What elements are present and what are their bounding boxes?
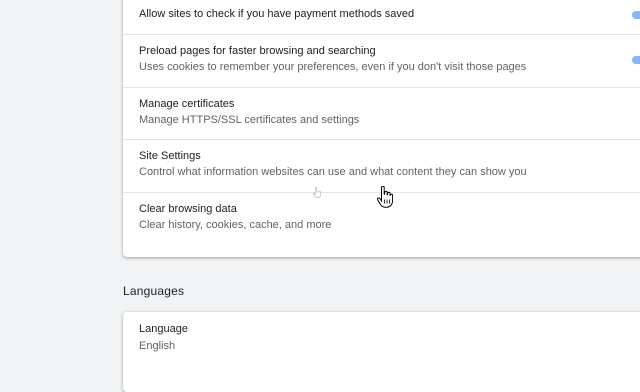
preload-pages-toggle[interactable] xyxy=(632,56,640,64)
preload-pages-title: Preload pages for faster browsing and se… xyxy=(139,45,376,57)
manage-certificates-row[interactable]: Manage certificates Manage HTTPS/SSL cer… xyxy=(123,87,640,139)
preload-pages-subtitle: Uses cookies to remember your preference… xyxy=(139,61,527,73)
clear-browsing-data-title: Clear browsing data xyxy=(139,203,237,215)
privacy-settings-card: Allow sites to check if you have payment… xyxy=(123,0,640,257)
language-row[interactable]: Language English xyxy=(123,312,640,360)
manage-certificates-title: Manage certificates xyxy=(139,98,235,110)
site-settings-title: Site Settings xyxy=(139,150,201,162)
language-title: Language xyxy=(139,323,188,335)
clear-browsing-data-subtitle: Clear history, cookies, cache, and more xyxy=(139,219,332,231)
site-settings-subtitle: Control what information websites can us… xyxy=(139,166,527,178)
payment-methods-title: Allow sites to check if you have payment… xyxy=(139,8,415,20)
manage-certificates-subtitle: Manage HTTPS/SSL certificates and settin… xyxy=(139,114,360,126)
languages-section-heading: Languages xyxy=(123,284,185,298)
payment-methods-row[interactable]: Allow sites to check if you have payment… xyxy=(123,0,640,34)
clear-browsing-data-row[interactable]: Clear browsing data Clear history, cooki… xyxy=(123,192,640,257)
language-value: English xyxy=(139,340,176,352)
payment-methods-toggle[interactable] xyxy=(632,11,640,19)
site-settings-row[interactable]: Site Settings Control what information w… xyxy=(123,139,640,192)
preload-pages-row[interactable]: Preload pages for faster browsing and se… xyxy=(123,34,640,87)
languages-card: Language English xyxy=(123,312,640,392)
